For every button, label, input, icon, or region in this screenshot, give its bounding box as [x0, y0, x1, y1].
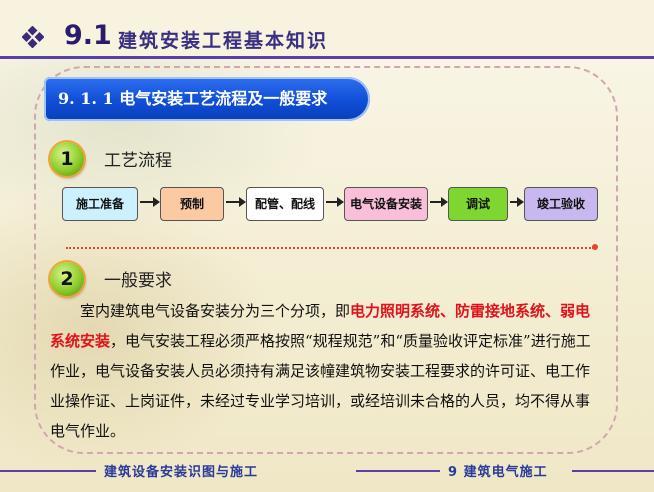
section-1-label: 工艺流程	[104, 151, 172, 171]
process-step-1: 施工准备	[62, 187, 138, 221]
process-step-3: 配管、配线	[246, 187, 324, 221]
arrow-right-icon	[510, 197, 524, 207]
section-2-label: 一般要求	[104, 271, 172, 291]
requirements-paragraph: 室内建筑电气设备安装分为三个分项，即电力照明系统、防雷接地系统、弱电系统安装，电…	[50, 296, 600, 446]
footer-line-left	[0, 470, 96, 472]
page-title: 建筑安装工程基本知识	[118, 30, 329, 52]
footer-line-middle	[356, 470, 440, 472]
number-badge-1: 1	[50, 142, 84, 176]
arrow-right-icon	[140, 197, 160, 207]
header-divider	[0, 56, 654, 59]
paragraph-text-intro: 室内建筑电气设备安装分为三个分项，即	[80, 302, 351, 320]
footer-line-right	[572, 470, 654, 472]
arrow-right-icon	[430, 197, 448, 207]
dotted-divider	[66, 247, 594, 249]
process-step-2: 预制	[160, 187, 224, 221]
divider-end-dot	[592, 244, 598, 250]
footer-course-title: 建筑设备安装识图与施工	[104, 465, 259, 480]
number-badge-2: 2	[50, 262, 84, 296]
arrow-right-icon	[226, 197, 246, 207]
diamond-bullet-icon	[22, 26, 44, 48]
arrow-right-icon	[326, 197, 344, 207]
process-step-4: 电气设备安装	[344, 187, 428, 221]
slide-header: 9.1 建筑安装工程基本知识	[0, 0, 654, 58]
process-step-5: 调试	[448, 187, 508, 221]
footer-chapter-title: 9 建筑电气施工	[448, 465, 548, 480]
process-step-6: 竣工验收	[524, 187, 598, 221]
paragraph-text-rest: ，电气安装工程必须严格按照“规程规范”和“质量验收评定标准”进行施工作业，电气设…	[50, 332, 591, 440]
subsection-banner: 9. 1. 1 电气安装工艺流程及一般要求	[44, 77, 370, 121]
section-number: 9.1	[64, 20, 112, 51]
